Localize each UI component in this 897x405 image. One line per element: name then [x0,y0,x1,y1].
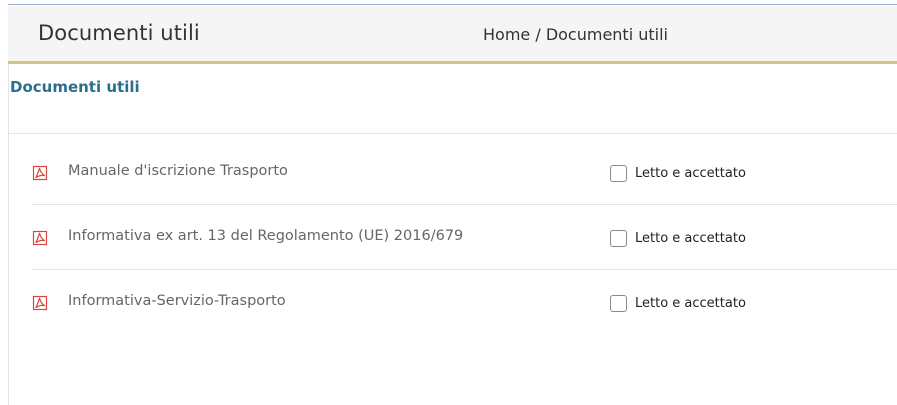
pdf-icon[interactable] [32,230,48,246]
accept-checkbox[interactable] [610,230,627,247]
document-row: Manuale d'iscrizione Trasporto Letto e a… [32,141,897,205]
section-title: Documenti utili [10,78,140,96]
breadcrumb-separator: / [530,25,546,44]
page-header: Documenti utili Home / Documenti utili [8,6,897,64]
accept-checkbox[interactable] [610,165,627,182]
accept-label[interactable]: Letto e accettato [635,166,746,181]
breadcrumb-home-link[interactable]: Home [483,25,530,44]
document-link[interactable]: Manuale d'iscrizione Trasporto [68,163,288,179]
content-left-border [8,6,9,405]
pdf-icon[interactable] [32,295,48,311]
accept-label[interactable]: Letto e accettato [635,296,746,311]
document-row: Informativa-Servizio-Trasporto Letto e a… [32,271,897,335]
document-row: Informativa ex art. 13 del Regolamento (… [32,206,897,270]
breadcrumb: Home / Documenti utili [483,25,668,44]
section-divider [8,133,897,134]
document-link[interactable]: Informativa-Servizio-Trasporto [68,293,286,309]
top-strip [0,0,897,5]
accept-checkbox[interactable] [610,295,627,312]
accept-label[interactable]: Letto e accettato [635,231,746,246]
page-title: Documenti utili [38,21,200,45]
document-link[interactable]: Informativa ex art. 13 del Regolamento (… [68,228,463,244]
pdf-icon[interactable] [32,165,48,181]
breadcrumb-current: Documenti utili [545,25,668,44]
